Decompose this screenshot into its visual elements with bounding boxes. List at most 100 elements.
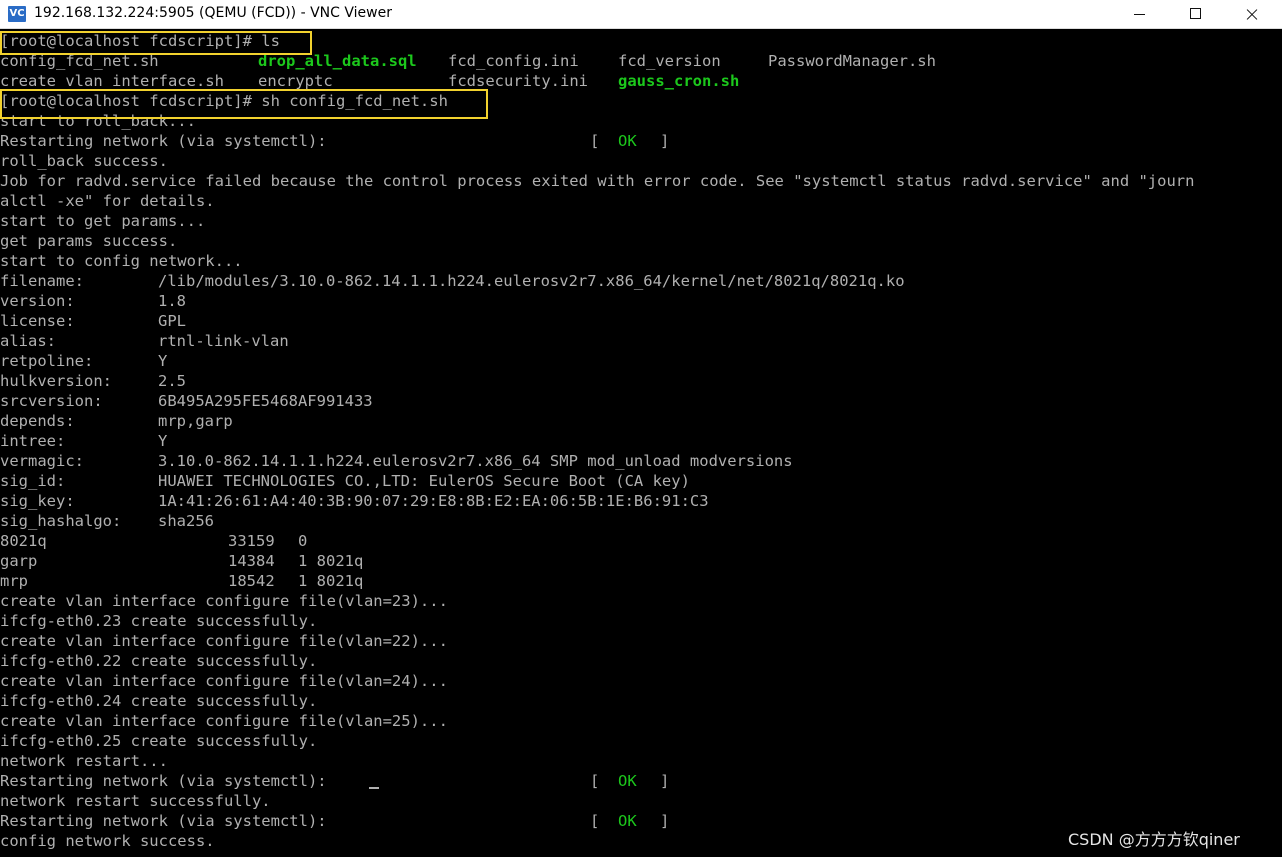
file-name: PasswordManager.sh bbox=[768, 52, 936, 70]
terminal-line: network restart successfully. bbox=[0, 791, 1282, 811]
terminal-line: vermagic: 3.10.0-862.14.1.1.h224.euleros… bbox=[0, 451, 1282, 471]
output-text: get params success. bbox=[0, 232, 178, 250]
output-text: create vlan interface configure file(vla… bbox=[0, 592, 448, 610]
modinfo-key: vermagic: bbox=[0, 452, 84, 470]
terminal-line: create vlan interface configure file(vla… bbox=[0, 631, 1282, 651]
terminal-line: license: GPL bbox=[0, 311, 1282, 331]
modinfo-key: depends: bbox=[0, 412, 75, 430]
modinfo-value: 6B495A295FE5468AF991433 bbox=[158, 392, 373, 410]
terminal-line: get params success. bbox=[0, 231, 1282, 251]
modinfo-value: Y bbox=[158, 432, 168, 450]
terminal-line: sig_hashalgo: sha256 bbox=[0, 511, 1282, 531]
output-text: start to config network... bbox=[0, 252, 243, 270]
modinfo-value: HUAWEI TECHNOLOGIES CO.,LTD: EulerOS Sec… bbox=[158, 472, 690, 490]
file-name: encryptc bbox=[258, 72, 333, 90]
close-button[interactable] bbox=[1224, 0, 1280, 28]
window-title: 192.168.132.224:5905 (QEMU (FCD)) - VNC … bbox=[34, 5, 392, 21]
module-name: garp bbox=[0, 552, 38, 570]
file-name: fcd_version bbox=[618, 52, 721, 70]
highlight-box-ls-command bbox=[0, 31, 312, 55]
terminal-line: depends: mrp,garp bbox=[0, 411, 1282, 431]
terminal-line: ifcfg-eth0.22 create successfully. bbox=[0, 651, 1282, 671]
file-name: gauss_cron.sh bbox=[618, 72, 740, 90]
terminal-line: Restarting network (via systemctl): [ OK… bbox=[0, 771, 1282, 791]
terminal-line: alias: rtnl-link-vlan bbox=[0, 331, 1282, 351]
module-used-by: 1 8021q bbox=[298, 552, 364, 570]
modinfo-value: 2.5 bbox=[158, 372, 186, 390]
file-name: fcdsecurity.ini bbox=[448, 72, 588, 90]
output-text: roll_back success. bbox=[0, 152, 168, 170]
terminal-line: create_vlan_interface.sh encryptc fcdsec… bbox=[0, 71, 1282, 91]
terminal-line: network restart... bbox=[0, 751, 1282, 771]
vnc-viewer-window: VC 192.168.132.224:5905 (QEMU (FCD)) - V… bbox=[0, 0, 1282, 857]
status-bracket: [ bbox=[590, 772, 600, 790]
modinfo-value: mrp,garp bbox=[158, 412, 233, 430]
modinfo-value: /lib/modules/3.10.0-862.14.1.1.h224.eule… bbox=[158, 272, 905, 290]
output-text: create vlan interface configure file(vla… bbox=[0, 632, 448, 650]
error-text: alctl -xe" for details. bbox=[0, 192, 215, 210]
module-size: 14384 bbox=[228, 552, 275, 570]
module-size: 18542 bbox=[228, 572, 275, 590]
minimize-button[interactable] bbox=[1112, 0, 1168, 28]
terminal-line: garp 14384 1 8021q bbox=[0, 551, 1282, 571]
text-cursor bbox=[369, 787, 379, 789]
modinfo-value: Y bbox=[158, 352, 168, 370]
output-text: Restarting network (via systemctl): bbox=[0, 772, 327, 790]
module-name: mrp bbox=[0, 572, 28, 590]
output-text: create vlan interface configure file(vla… bbox=[0, 672, 448, 690]
modinfo-key: version: bbox=[0, 292, 75, 310]
status-bracket: ] bbox=[660, 772, 670, 790]
terminal-line: sig_key: 1A:41:26:61:A4:40:3B:90:07:29:E… bbox=[0, 491, 1282, 511]
modinfo-key: retpoline: bbox=[0, 352, 94, 370]
terminal-line: mrp 18542 1 8021q bbox=[0, 571, 1282, 591]
output-text: Restarting network (via systemctl): bbox=[0, 132, 327, 150]
output-text: network restart successfully. bbox=[0, 792, 271, 810]
output-text: Restarting network (via systemctl): bbox=[0, 812, 327, 830]
terminal-line: create vlan interface configure file(vla… bbox=[0, 671, 1282, 691]
modinfo-key: intree: bbox=[0, 432, 66, 450]
output-text: start to get params... bbox=[0, 212, 206, 230]
terminal-line: ifcfg-eth0.25 create successfully. bbox=[0, 731, 1282, 751]
terminal-line: intree: Y bbox=[0, 431, 1282, 451]
modinfo-value: 1A:41:26:61:A4:40:3B:90:07:29:E8:8B:E2:E… bbox=[158, 492, 709, 510]
csdn-watermark: CSDN @方方方钦qiner bbox=[1068, 830, 1240, 849]
modinfo-key: filename: bbox=[0, 272, 84, 290]
output-text: ifcfg-eth0.25 create successfully. bbox=[0, 732, 318, 750]
maximize-button[interactable] bbox=[1168, 0, 1224, 28]
status-bracket: ] bbox=[660, 132, 670, 150]
output-text: ifcfg-eth0.22 create successfully. bbox=[0, 652, 318, 670]
vnc-app-icon: VC bbox=[8, 6, 26, 22]
modinfo-key: srcversion: bbox=[0, 392, 103, 410]
terminal-screen[interactable]: [root@localhost fcdscript]# ls config_fc… bbox=[0, 31, 1282, 857]
output-text: ifcfg-eth0.23 create successfully. bbox=[0, 612, 318, 630]
modinfo-key: sig_key: bbox=[0, 492, 75, 510]
modinfo-value: sha256 bbox=[158, 512, 214, 530]
terminal-line: start to get params... bbox=[0, 211, 1282, 231]
output-text: ifcfg-eth0.24 create successfully. bbox=[0, 692, 318, 710]
modinfo-key: hulkversion: bbox=[0, 372, 112, 390]
terminal-line: create vlan interface configure file(vla… bbox=[0, 591, 1282, 611]
highlight-box-sh-command bbox=[0, 89, 488, 119]
module-used-by: 0 bbox=[298, 532, 308, 550]
output-text: config network success. bbox=[0, 832, 215, 850]
status-bracket: [ bbox=[590, 812, 600, 830]
modinfo-value: GPL bbox=[158, 312, 186, 330]
terminal-line: create vlan interface configure file(vla… bbox=[0, 711, 1282, 731]
terminal-line: Restarting network (via systemctl): [ OK… bbox=[0, 131, 1282, 151]
modinfo-value: 1.8 bbox=[158, 292, 186, 310]
terminal-line: start to config network... bbox=[0, 251, 1282, 271]
terminal-line: srcversion: 6B495A295FE5468AF991433 bbox=[0, 391, 1282, 411]
module-name: 8021q bbox=[0, 532, 47, 550]
error-text: Job for radvd.service failed because the… bbox=[0, 172, 1195, 190]
file-name: create_vlan_interface.sh bbox=[0, 72, 224, 90]
title-bar[interactable]: VC 192.168.132.224:5905 (QEMU (FCD)) - V… bbox=[0, 0, 1282, 29]
terminal-line: 8021q 33159 0 bbox=[0, 531, 1282, 551]
terminal-line: ifcfg-eth0.24 create successfully. bbox=[0, 691, 1282, 711]
output-text: network restart... bbox=[0, 752, 168, 770]
output-text: create vlan interface configure file(vla… bbox=[0, 712, 448, 730]
modinfo-key: alias: bbox=[0, 332, 56, 350]
modinfo-key: sig_hashalgo: bbox=[0, 512, 122, 530]
status-ok: OK bbox=[618, 812, 637, 830]
modinfo-key: sig_id: bbox=[0, 472, 66, 490]
status-bracket: ] bbox=[660, 812, 670, 830]
